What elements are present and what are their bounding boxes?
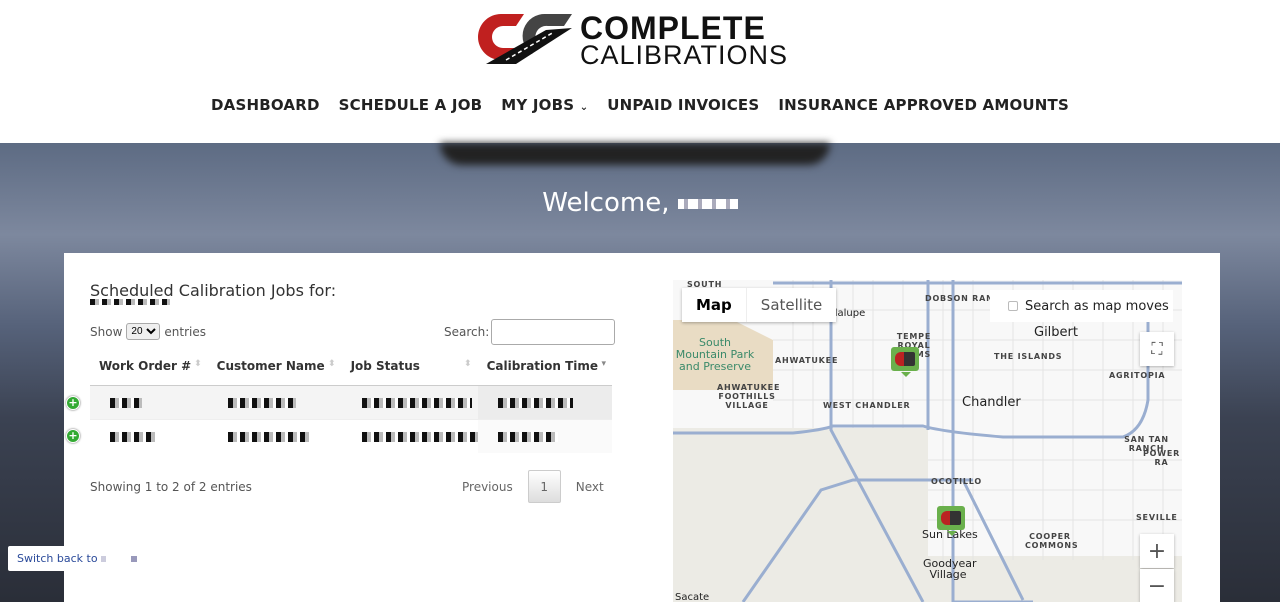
- table-row[interactable]: [90, 418, 612, 453]
- page-1-button[interactable]: 1: [527, 470, 561, 503]
- expand-row-icon[interactable]: +: [66, 429, 80, 443]
- table-info: Showing 1 to 2 of 2 entries: [90, 480, 252, 494]
- zoom-out-button[interactable]: −: [1140, 569, 1174, 602]
- main-nav: DASHBOARD SCHEDULE A JOB MY JOBS ⌄ UNPAI…: [0, 96, 1280, 114]
- redacted-user: [101, 556, 138, 562]
- map-canvas: [673, 280, 1182, 602]
- redacted-name: [677, 198, 738, 209]
- map-type-satellite[interactable]: Satellite: [745, 288, 836, 322]
- switch-back-link[interactable]: Switch back to: [8, 546, 147, 571]
- col-job-status[interactable]: Job Status ⬍: [341, 347, 478, 386]
- search-input[interactable]: [491, 319, 616, 345]
- map[interactable]: SOUTH DOBSON RANCH adalupe TEMPE ROYAL P…: [673, 280, 1182, 602]
- nav-schedule-job[interactable]: SCHEDULE A JOB: [339, 96, 483, 114]
- prev-button[interactable]: Previous: [454, 480, 521, 494]
- sort-desc-icon: ▾: [601, 358, 606, 369]
- checkbox-icon[interactable]: [1008, 301, 1018, 311]
- sort-icon: ⬍: [328, 358, 336, 369]
- redacted-account: [90, 299, 170, 305]
- pagination: Previous 1 Next: [454, 470, 612, 503]
- jobs-title: Scheduled Calibration Jobs for:: [90, 281, 337, 300]
- nav-insurance-approved[interactable]: INSURANCE APPROVED AMOUNTS: [778, 96, 1069, 114]
- logo[interactable]: COMPLETE CALIBRATIONS: [476, 10, 811, 70]
- job-location-pin-icon[interactable]: [891, 347, 919, 377]
- site-header: COMPLETE CALIBRATIONS DASHBOARD SCHEDULE…: [0, 0, 1280, 143]
- next-button[interactable]: Next: [568, 480, 612, 494]
- table-row[interactable]: [90, 384, 612, 419]
- map-type-map[interactable]: Map: [682, 288, 746, 322]
- jobs-table: Work Order # ⬍ Customer Name ⬍ Job Status ⬍…: [90, 347, 612, 453]
- nav-dashboard[interactable]: DASHBOARD: [211, 96, 320, 114]
- welcome-heading: Welcome,: [0, 188, 1280, 218]
- sort-icon: ⬍: [464, 358, 472, 369]
- col-customer-name[interactable]: Customer Name ⬍: [207, 347, 342, 386]
- search-control: Search:: [444, 319, 616, 345]
- col-work-order[interactable]: Work Order # ⬍: [90, 347, 208, 386]
- page-size-select[interactable]: 20: [126, 323, 161, 340]
- fullscreen-icon[interactable]: ⛶: [1140, 332, 1174, 366]
- sort-icon: ⬍: [194, 358, 202, 369]
- page-size-control: Show 20 entries: [90, 323, 206, 340]
- map-type-toggle: Map Satellite: [682, 288, 837, 322]
- logo-mark-icon: [478, 13, 572, 64]
- chevron-down-icon: ⌄: [579, 102, 589, 113]
- nav-unpaid-invoices[interactable]: UNPAID INVOICES: [607, 96, 759, 114]
- expand-row-icon[interactable]: +: [66, 396, 80, 410]
- job-location-pin-icon[interactable]: [937, 506, 965, 536]
- hero-image: [440, 143, 830, 165]
- search-as-map-moves[interactable]: Search as map moves: [990, 290, 1173, 322]
- zoom-in-button[interactable]: +: [1140, 534, 1174, 568]
- nav-my-jobs[interactable]: MY JOBS ⌄: [501, 96, 588, 114]
- col-calibration-time[interactable]: Calibration Time ▾: [477, 347, 612, 386]
